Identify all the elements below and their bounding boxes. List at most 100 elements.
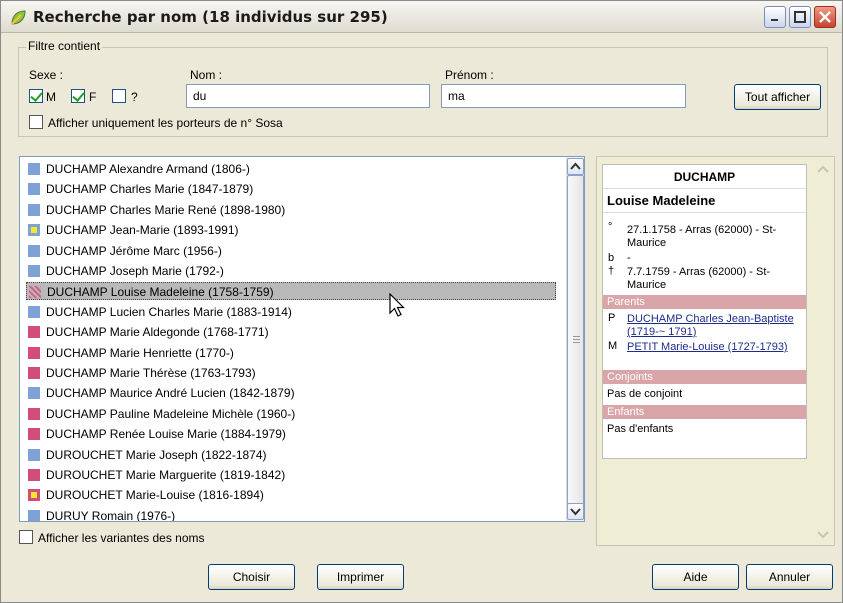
sex-marker-icon xyxy=(28,163,40,175)
variants-checkbox[interactable] xyxy=(19,530,33,544)
chevron-up-icon xyxy=(570,162,581,170)
father-link[interactable]: DUCHAMP Charles Jean-Baptiste (1719-~ 17… xyxy=(627,313,803,339)
list-item[interactable]: DUROUCHET Marie-Louise (1816-1894) xyxy=(26,486,556,504)
sex-marker-icon xyxy=(28,203,40,216)
grip-line xyxy=(573,342,580,343)
list-item-label: DUCHAMP Jérôme Marc (1956-) xyxy=(46,243,222,258)
chevron-down-icon[interactable] xyxy=(816,527,830,541)
sex-marker-icon xyxy=(29,286,41,299)
window-title: Recherche par nom (18 individus sur 295) xyxy=(33,8,388,26)
list-item[interactable]: DUCHAMP Joseph Marie (1792-) xyxy=(26,262,556,280)
list-item[interactable]: DUROUCHET Marie Joseph (1822-1874) xyxy=(26,446,556,464)
children-header: Enfants xyxy=(603,405,806,419)
list-item-label: DUCHAMP Pauline Madeleine Michèle (1960-… xyxy=(46,406,296,421)
sex-m-checkbox[interactable] xyxy=(29,89,43,103)
death-value: 7.7.1759 - Arras (62000) - St-Maurice xyxy=(627,266,771,291)
list-item-label: DUROUCHET Marie Joseph (1822-1874) xyxy=(46,447,267,462)
list-item[interactable]: DUCHAMP Jérôme Marc (1956-) xyxy=(26,242,556,260)
list-item[interactable]: DUCHAMP Marie Henriette (1770-) xyxy=(26,344,556,362)
sex-marker-icon xyxy=(28,224,40,237)
minimize-button[interactable] xyxy=(764,6,786,28)
firstname-label: Prénom : xyxy=(445,68,494,82)
list-item[interactable]: DUCHAMP Renée Louise Marie (1884-1979) xyxy=(26,425,556,443)
list-item-label: DUCHAMP Alexandre Armand (1806-) xyxy=(46,162,250,176)
sex-marker-icon xyxy=(28,489,40,502)
list-item[interactable]: DURUY Romain (1976-) xyxy=(26,507,556,522)
list-item-label: DUCHAMP Marie Aldegonde (1768-1771) xyxy=(46,325,269,340)
chevron-up-icon[interactable] xyxy=(816,163,830,177)
sex-marker-icon xyxy=(28,244,40,257)
sex-marker-icon xyxy=(28,265,40,277)
chevron-down-icon xyxy=(570,508,581,516)
maximize-button[interactable] xyxy=(789,6,811,28)
scroll-up-button[interactable] xyxy=(567,158,584,175)
detail-scrollbar[interactable] xyxy=(814,159,832,544)
variants-label: Afficher les variantes des noms xyxy=(38,531,205,545)
title-bar[interactable]: Recherche par nom (18 individus sur 295) xyxy=(1,1,842,33)
list-item[interactable]: DUCHAMP Marie Thérèse (1763-1793) xyxy=(26,364,556,382)
spouses-header: Conjoints xyxy=(603,370,806,384)
list-item-label: DUCHAMP Renée Louise Marie (1884-1979) xyxy=(46,427,286,442)
list-item[interactable]: DUCHAMP Lucien Charles Marie (1883-1914) xyxy=(26,303,556,321)
sex-marker-icon xyxy=(28,387,40,400)
parents-header: Parents xyxy=(603,295,806,309)
sex-marker-icon xyxy=(28,326,40,339)
mother-link[interactable]: PETIT Marie-Louise (1727-1793) xyxy=(627,341,803,354)
maximize-icon xyxy=(794,11,806,23)
sosa-label: Afficher uniquement les porteurs de n° S… xyxy=(48,116,283,130)
name-input[interactable]: du xyxy=(186,84,430,108)
list-item-label: DUCHAMP Marie Henriette (1770-) xyxy=(46,345,234,360)
help-button[interactable]: Aide xyxy=(652,564,739,590)
list-item[interactable]: DUCHAMP Charles Marie René (1898-1980) xyxy=(26,201,556,219)
list-item[interactable]: DUCHAMP Pauline Madeleine Michèle (1960-… xyxy=(26,405,556,423)
list-item-label: DUCHAMP Louise Madeleine (1758-1759) xyxy=(47,285,274,300)
sex-marker-icon xyxy=(28,305,40,318)
list-item[interactable]: DUCHAMP Louise Madeleine (1758-1759) xyxy=(26,282,556,301)
firstname-input[interactable]: ma xyxy=(441,84,686,108)
choose-button[interactable]: Choisir xyxy=(208,564,295,590)
list-item[interactable]: DUCHAMP Alexandre Armand (1806-) xyxy=(26,160,556,178)
list-item-label: DURUY Romain (1976-) xyxy=(46,508,176,522)
list-item[interactable]: DUCHAMP Jean-Marie (1893-1991) xyxy=(26,221,556,239)
sex-m-label: M xyxy=(46,90,56,104)
search-dialog: Recherche par nom (18 individus sur 295)… xyxy=(0,0,843,603)
sex-marker-icon xyxy=(28,367,40,379)
show-all-button[interactable]: Tout afficher xyxy=(734,84,821,110)
baptism-key: b xyxy=(608,252,615,264)
minimize-icon xyxy=(771,19,778,21)
sex-f-checkbox[interactable] xyxy=(71,89,85,103)
list-item-label: DUCHAMP Joseph Marie (1792-) xyxy=(46,264,224,278)
list-item[interactable]: DUROUCHET Marie Marguerite (1819-1842) xyxy=(26,466,556,484)
children-value: Pas d'enfants xyxy=(607,423,674,435)
close-icon xyxy=(819,11,831,23)
grip-line xyxy=(573,339,580,340)
sex-marker-icon xyxy=(28,346,40,359)
person-list[interactable]: DUCHAMP Alexandre Armand (1806-) DUCHAMP … xyxy=(19,156,585,522)
sosa-checkbox[interactable] xyxy=(29,115,43,129)
sex-unknown-checkbox[interactable] xyxy=(112,89,126,103)
list-item-label: DUCHAMP Jean-Marie (1893-1991) xyxy=(46,223,239,238)
close-button[interactable] xyxy=(814,6,836,28)
list-item[interactable]: DUCHAMP Maurice André Lucien (1842-1879) xyxy=(26,384,556,402)
list-scrollbar[interactable] xyxy=(566,157,584,521)
sex-marker-icon xyxy=(28,469,40,481)
person-surname: DUCHAMP xyxy=(603,165,806,189)
list-item-label: DUROUCHET Marie Marguerite (1819-1842) xyxy=(46,468,286,482)
baptism-value: - xyxy=(627,252,631,264)
father-key: P xyxy=(608,312,616,324)
list-item-label: DUCHAMP Charles Marie (1847-1879) xyxy=(46,182,254,197)
spouses-value: Pas de conjoint xyxy=(607,388,683,400)
print-button[interactable]: Imprimer xyxy=(317,564,404,590)
cancel-button[interactable]: Annuler xyxy=(746,564,833,590)
scroll-thumb[interactable] xyxy=(567,175,584,505)
list-item[interactable]: DUCHAMP Charles Marie (1847-1879) xyxy=(26,180,556,198)
sex-label: Sexe : xyxy=(29,68,64,82)
sex-unknown-label: ? xyxy=(131,90,138,104)
scroll-down-button[interactable] xyxy=(567,503,584,520)
list-item[interactable]: DUCHAMP Marie Aldegonde (1768-1771) xyxy=(26,323,556,341)
list-item-label: DUCHAMP Lucien Charles Marie (1883-1914) xyxy=(46,304,292,319)
sex-marker-icon xyxy=(28,448,40,461)
sex-marker-icon xyxy=(28,428,40,441)
list-item-label: DUROUCHET Marie-Louise (1816-1894) xyxy=(46,488,264,503)
list-item-label: DUCHAMP Charles Marie René (1898-1980) xyxy=(46,202,286,217)
